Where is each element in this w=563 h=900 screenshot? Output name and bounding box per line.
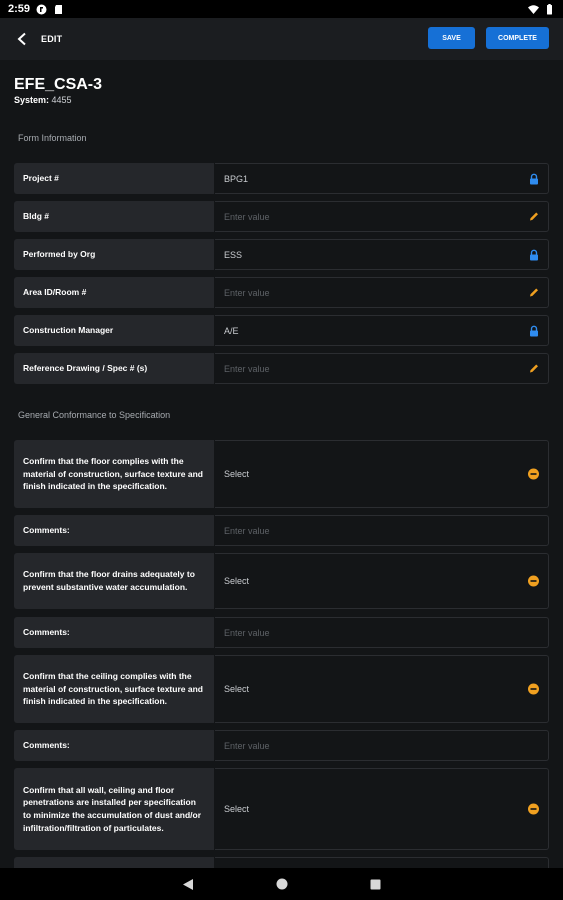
comments-row: Comments: Enter value [14, 730, 549, 761]
sd-card-icon [53, 4, 64, 15]
system-label: System: [14, 95, 50, 105]
next-row-partial [14, 857, 549, 868]
select-value: Select [224, 684, 250, 694]
form-content[interactable]: EFE_CSA-3 System: 4455 Form Information … [0, 60, 563, 868]
comments-label: Comments: [14, 617, 214, 648]
field-placeholder: Enter value [224, 740, 270, 751]
save-button[interactable]: SAVE [428, 27, 475, 49]
row-label-partial [14, 857, 214, 868]
check-row-penetrations: Confirm that all wall, ceiling and floor… [14, 768, 549, 850]
field-label: Bldg # [14, 201, 214, 232]
app-bar: EDIT SAVE COMPLETE [0, 18, 563, 60]
floor-drains-select[interactable]: Select [215, 553, 549, 609]
comments-input[interactable]: Enter value [215, 730, 549, 761]
comments-input[interactable]: Enter value [215, 617, 549, 648]
section-title-general-conformance: General Conformance to Specification [18, 410, 171, 420]
check-label: Confirm that the floor complies with the… [14, 440, 214, 508]
pencil-icon[interactable] [528, 287, 539, 298]
status-bar: 2:59 [0, 0, 563, 18]
check-label: Confirm that the ceiling complies with t… [14, 655, 214, 723]
check-row-ceiling-material: Confirm that the ceiling complies with t… [14, 655, 549, 723]
check-label: Confirm that the floor drains adequately… [14, 553, 214, 609]
pencil-icon[interactable] [528, 211, 539, 222]
performed-by-org-field[interactable]: ESS [215, 239, 549, 270]
form-title: EFE_CSA-3 [14, 76, 103, 93]
check-row-floor-drains: Confirm that the floor drains adequately… [14, 553, 549, 609]
field-row-project: Project # BPG1 [14, 163, 549, 194]
field-placeholder: Enter value [224, 211, 270, 222]
nav-home-icon[interactable] [275, 877, 289, 891]
area-id-input[interactable]: Enter value [215, 277, 549, 308]
field-placeholder: Enter value [224, 363, 270, 374]
comments-row: Comments: Enter value [14, 617, 549, 648]
lock-icon [528, 325, 539, 336]
floor-material-select[interactable]: Select [215, 440, 549, 508]
status-time: 2:59 [8, 3, 31, 15]
field-label: Project # [14, 163, 214, 194]
field-placeholder: Enter value [224, 525, 270, 536]
field-row-performed-by-org: Performed by Org ESS [14, 239, 549, 270]
field-row-reference-drawing: Reference Drawing / Spec # (s) Enter val… [14, 353, 549, 384]
row-value-partial[interactable] [215, 857, 549, 868]
nav-recents-icon[interactable] [369, 877, 383, 891]
field-row-construction-manager: Construction Manager A/E [14, 315, 549, 346]
reference-drawing-input[interactable]: Enter value [215, 353, 549, 384]
select-value: Select [224, 469, 250, 479]
ceiling-material-select[interactable]: Select [215, 655, 549, 723]
page-title: EDIT [41, 34, 63, 44]
system-nav-bar [0, 868, 563, 900]
check-row-floor-material: Confirm that the floor complies with the… [14, 440, 549, 508]
pencil-icon[interactable] [528, 363, 539, 374]
field-placeholder: Enter value [224, 287, 270, 298]
field-label: Performed by Org [14, 239, 214, 270]
complete-button[interactable]: COMPLETE [486, 27, 549, 49]
field-value: BPG1 [224, 173, 249, 184]
comments-input[interactable]: Enter value [215, 515, 549, 546]
nav-back-icon[interactable] [181, 877, 195, 891]
section-title-form-information: Form Information [18, 133, 87, 143]
field-row-area-id: Area ID/Room # Enter value [14, 277, 549, 308]
wifi-icon [528, 4, 539, 15]
field-value: A/E [224, 325, 239, 336]
lock-icon [528, 173, 539, 184]
field-value: ESS [224, 249, 243, 260]
construction-manager-field[interactable]: A/E [215, 315, 549, 346]
field-label: Reference Drawing / Spec # (s) [14, 353, 214, 384]
comments-label: Comments: [14, 515, 214, 546]
lock-icon [528, 249, 539, 260]
select-value: Select [224, 804, 250, 814]
bldg-input[interactable]: Enter value [215, 201, 549, 232]
field-label: Construction Manager [14, 315, 214, 346]
app-notification-icon [36, 4, 47, 15]
comments-label: Comments: [14, 730, 214, 761]
pending-icon [528, 468, 539, 480]
back-arrow-icon[interactable] [13, 30, 31, 48]
project-field[interactable]: BPG1 [215, 163, 549, 194]
system-info: System: 4455 [14, 95, 72, 105]
field-placeholder: Enter value [224, 627, 270, 638]
battery-icon [544, 3, 555, 15]
pending-icon [528, 683, 539, 695]
pending-icon [528, 803, 539, 815]
check-label: Confirm that all wall, ceiling and floor… [14, 768, 214, 850]
pending-icon [528, 575, 539, 587]
field-row-bldg: Bldg # Enter value [14, 201, 549, 232]
penetrations-select[interactable]: Select [215, 768, 549, 850]
comments-row: Comments: Enter value [14, 515, 549, 546]
select-value: Select [224, 576, 250, 586]
field-label: Area ID/Room # [14, 277, 214, 308]
system-value: 4455 [51, 95, 72, 105]
